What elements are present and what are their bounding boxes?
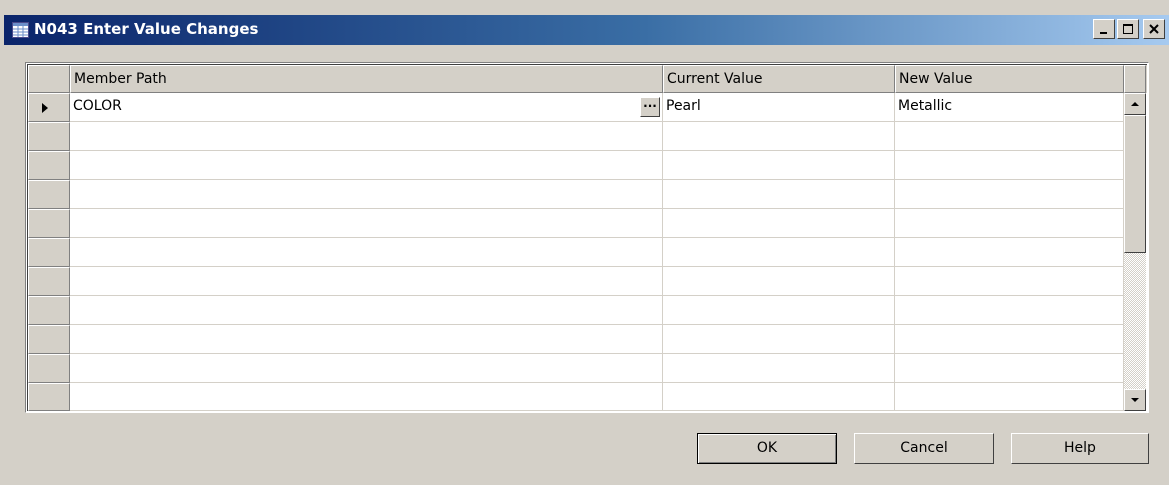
table-cell[interactable] bbox=[663, 180, 895, 209]
maximize-button[interactable] bbox=[1117, 19, 1139, 39]
close-icon bbox=[1149, 24, 1159, 34]
table-cell[interactable] bbox=[895, 151, 1124, 180]
dialog-window: N043 Enter Value Changes Member Path Cur… bbox=[0, 0, 1169, 485]
table-cell[interactable] bbox=[895, 267, 1124, 296]
column-header-new-value[interactable]: New Value bbox=[895, 65, 1124, 93]
grid-header-row: Member Path Current Value New Value bbox=[28, 65, 1147, 93]
row-selector[interactable] bbox=[28, 383, 70, 411]
table-cell[interactable] bbox=[663, 267, 895, 296]
table-cell[interactable] bbox=[895, 354, 1124, 383]
row-selector[interactable] bbox=[28, 209, 70, 238]
row-selector[interactable] bbox=[28, 122, 70, 151]
row-selector[interactable] bbox=[28, 296, 70, 325]
cell-current-value[interactable]: Pearl bbox=[663, 93, 895, 122]
table-cell[interactable] bbox=[70, 325, 663, 354]
column-header-member-path[interactable]: Member Path bbox=[70, 65, 663, 93]
row-selector[interactable] bbox=[28, 354, 70, 383]
title-bar[interactable]: N043 Enter Value Changes bbox=[4, 15, 1169, 45]
help-button[interactable]: Help bbox=[1011, 433, 1149, 464]
table-cell[interactable] bbox=[70, 296, 663, 325]
row-selector[interactable] bbox=[28, 93, 70, 122]
cell-member-path[interactable]: COLOR ... bbox=[70, 93, 663, 122]
table-cell[interactable] bbox=[70, 238, 663, 267]
table-cell[interactable] bbox=[895, 325, 1124, 354]
minimize-icon bbox=[1100, 32, 1107, 34]
table-cell[interactable] bbox=[895, 122, 1124, 151]
vertical-scrollbar[interactable] bbox=[1124, 93, 1146, 411]
row-selector[interactable] bbox=[28, 267, 70, 296]
table-cell[interactable] bbox=[70, 267, 663, 296]
current-row-arrow-icon bbox=[42, 103, 48, 113]
window-controls bbox=[1093, 19, 1165, 41]
table-cell[interactable] bbox=[663, 383, 895, 411]
table-cell[interactable] bbox=[70, 209, 663, 238]
header-corner[interactable] bbox=[28, 65, 70, 93]
row-selector[interactable] bbox=[28, 180, 70, 209]
row-selector[interactable] bbox=[28, 151, 70, 180]
arrow-down-icon bbox=[1131, 398, 1139, 402]
table-cell[interactable] bbox=[70, 180, 663, 209]
table-cell[interactable] bbox=[895, 383, 1124, 411]
member-path-value: COLOR bbox=[73, 98, 122, 114]
table-cell[interactable] bbox=[70, 122, 663, 151]
scrollbar-header-corner bbox=[1124, 65, 1146, 93]
grid-body: Member Path Current Value New Value COLO… bbox=[27, 64, 1147, 411]
scroll-up-button[interactable] bbox=[1124, 93, 1146, 115]
arrow-up-icon bbox=[1131, 102, 1139, 106]
table-cell[interactable] bbox=[663, 151, 895, 180]
value-changes-grid: Member Path Current Value New Value COLO… bbox=[25, 62, 1149, 413]
table-cell[interactable] bbox=[663, 296, 895, 325]
maximize-icon bbox=[1123, 24, 1133, 34]
minimize-button[interactable] bbox=[1093, 19, 1115, 39]
table-cell[interactable] bbox=[663, 354, 895, 383]
table-cell[interactable] bbox=[895, 209, 1124, 238]
window-title: N043 Enter Value Changes bbox=[34, 20, 259, 38]
cell-new-value[interactable]: Metallic bbox=[895, 93, 1124, 122]
table-cell[interactable] bbox=[895, 180, 1124, 209]
column-header-current-value[interactable]: Current Value bbox=[663, 65, 895, 93]
cancel-button[interactable]: Cancel bbox=[854, 433, 994, 464]
table-cell[interactable] bbox=[663, 209, 895, 238]
table-cell[interactable] bbox=[895, 296, 1124, 325]
scroll-down-button[interactable] bbox=[1124, 389, 1146, 411]
lookup-assist-button[interactable]: ... bbox=[640, 97, 660, 117]
table-cell[interactable] bbox=[895, 238, 1124, 267]
table-cell[interactable] bbox=[70, 151, 663, 180]
row-selector[interactable] bbox=[28, 238, 70, 267]
table-cell[interactable] bbox=[70, 383, 663, 411]
table-cell[interactable] bbox=[663, 325, 895, 354]
table-form-icon bbox=[12, 22, 29, 38]
table-cell[interactable] bbox=[70, 354, 663, 383]
close-button[interactable] bbox=[1143, 19, 1165, 39]
table-cell[interactable] bbox=[663, 122, 895, 151]
row-selector[interactable] bbox=[28, 325, 70, 354]
scrollbar-thumb[interactable] bbox=[1124, 115, 1146, 253]
ok-button[interactable]: OK bbox=[697, 433, 837, 464]
table-cell[interactable] bbox=[663, 238, 895, 267]
